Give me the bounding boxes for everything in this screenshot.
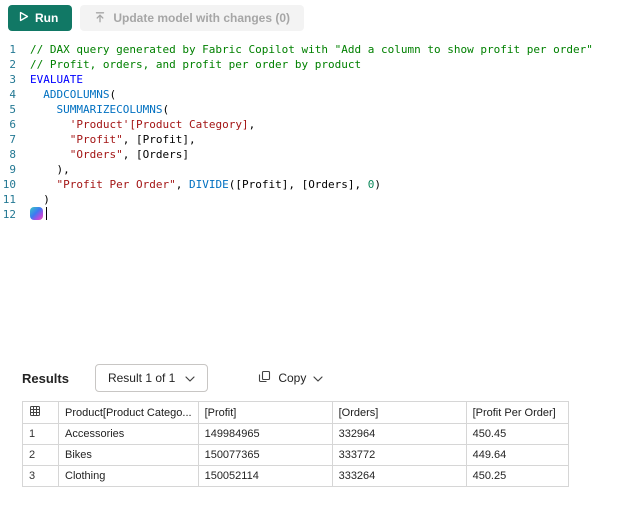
editor-line[interactable]: 6 'Product'[Product Category], [0,117,641,132]
toolbar: Run Update model with changes (0) [8,5,305,31]
table-cell[interactable]: 449.64 [465,444,569,466]
table-cell[interactable]: 450.25 [465,465,569,487]
line-number: 7 [9,133,16,146]
chevron-down-icon [185,371,195,385]
run-button[interactable]: Run [8,5,73,31]
run-button-label: Run [35,11,59,25]
update-model-label: Update model with changes (0) [113,11,291,25]
editor-line[interactable]: 5 SUMMARIZECOLUMNS( [0,102,641,117]
editor-line[interactable]: 10 "Profit Per Order", DIVIDE([Profit], … [0,177,641,192]
table-cell[interactable]: 332964 [331,423,467,445]
code-editor[interactable]: 1// DAX query generated by Fabric Copilo… [0,40,641,358]
table-cell[interactable]: Accessories [58,423,199,445]
editor-line[interactable]: 7 "Profit", [Profit], [0,132,641,147]
editor-line[interactable]: 11 ) [0,192,641,207]
table-cell[interactable]: 333264 [331,465,467,487]
upload-arrow-icon [94,11,106,26]
row-number: 3 [22,465,59,487]
editor-line[interactable]: 12 [0,207,641,222]
line-number: 12 [2,208,16,221]
table-row[interactable]: 3 Clothing 150052114 333264 450.25 [22,465,569,487]
table-cell[interactable]: 150052114 [197,465,333,487]
column-header[interactable]: [Orders] [331,401,467,424]
dax-query-view: Run Update model with changes (0) 1// DA… [0,0,641,508]
results-table: Product[Product Catego... [Profit] [Orders… [22,401,569,487]
text-cursor [46,207,47,220]
copy-icon [258,370,271,386]
table-row[interactable]: 2 Bikes 150077365 333772 449.64 [22,444,569,466]
copilot-icon[interactable] [30,207,43,220]
editor-line[interactable]: 2// Profit, orders, and profit per order… [0,57,641,72]
table-cell[interactable]: 150077365 [197,444,333,466]
results-title: Results [22,370,69,386]
editor-line[interactable]: 1// DAX query generated by Fabric Copilo… [0,42,641,57]
editor-line[interactable]: 9 ), [0,162,641,177]
table-cell[interactable]: Bikes [58,444,199,466]
update-model-button[interactable]: Update model with changes (0) [80,5,305,31]
editor-line[interactable]: 3 EVALUATE [0,72,641,87]
table-grid-icon [22,401,59,424]
result-selector-dropdown[interactable]: Result 1 of 1 [94,364,209,392]
line-number: 3 [9,73,16,86]
line-number: 2 [9,58,16,71]
line-number: 4 [9,88,16,101]
table-row[interactable]: 1 Accessories 149984965 332964 450.45 [22,423,569,445]
column-header[interactable]: Product[Product Catego... [58,401,199,424]
table-cell[interactable]: 149984965 [197,423,333,445]
results-bar: Results Result 1 of 1 Copy [22,364,331,392]
column-header[interactable]: [Profit] [197,401,333,424]
editor-line[interactable]: 8 "Orders", [Orders] [0,147,641,162]
row-number: 2 [22,444,59,466]
table-cell[interactable]: Clothing [58,465,199,487]
table-cell[interactable]: 333772 [331,444,467,466]
editor-line[interactable]: 4 ADDCOLUMNS( [0,87,641,102]
copy-button[interactable]: Copy [250,364,331,392]
line-number: 11 [2,193,16,206]
line-number: 1 [9,43,16,56]
table-cell[interactable]: 450.45 [465,423,569,445]
line-number: 9 [9,163,16,176]
row-number: 1 [22,423,59,445]
line-number: 5 [9,103,16,116]
line-number: 10 [2,178,16,191]
chevron-down-icon [313,371,323,385]
copy-button-label: Copy [278,371,307,385]
column-header[interactable]: [Profit Per Order] [465,401,569,424]
result-selector-value: Result 1 of 1 [107,371,176,385]
line-number: 8 [9,148,16,161]
table-header-row: Product[Product Catego... [Profit] [Orders… [22,401,569,424]
line-number: 6 [9,118,16,131]
play-icon [18,11,29,25]
